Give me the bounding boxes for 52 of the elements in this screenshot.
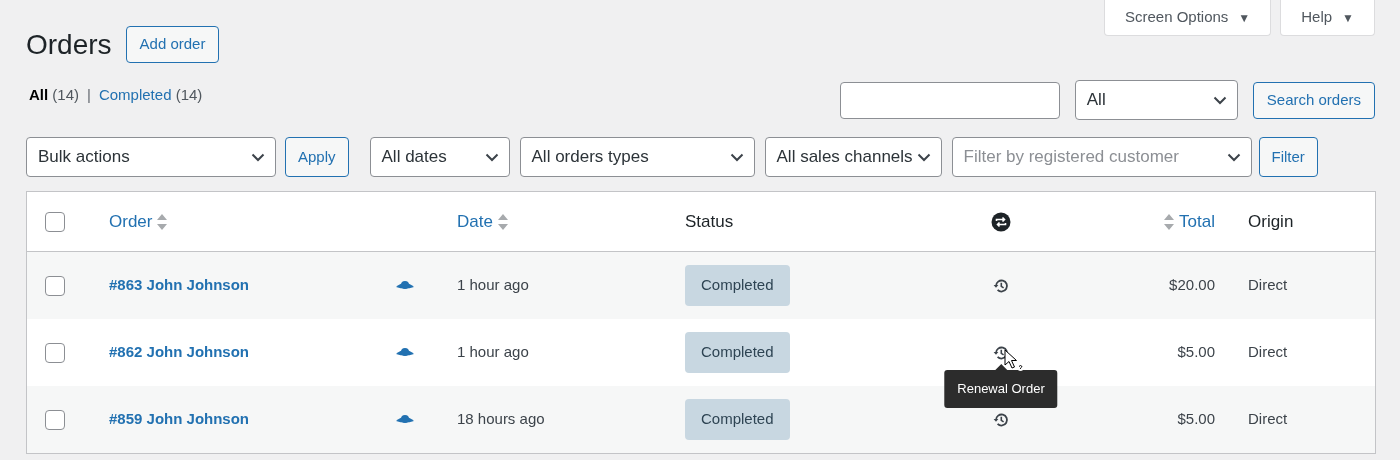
total-text: $5.00 (1177, 342, 1215, 363)
checkbox[interactable] (45, 211, 65, 232)
order-name-link[interactable]: #859 John Johnson (109, 408, 250, 431)
page-title: Orders (26, 27, 112, 62)
total-text: $20.00 (1169, 275, 1215, 296)
search-field[interactable] (839, 81, 1060, 119)
chevron-down-icon (1226, 152, 1241, 162)
column-sort-link[interactable]: Order (109, 208, 169, 235)
date-text: 18 hours ago (457, 409, 545, 430)
order-name-link[interactable]: #862 John Johnson (109, 341, 250, 364)
status-filter-link[interactable]: Completed (14) (98, 84, 203, 107)
column-sort-link[interactable]: Date (457, 208, 509, 235)
screen-tab[interactable]: Help ▼ (1280, 0, 1375, 36)
chevron-down-icon (916, 152, 931, 162)
filter-select[interactable]: All orders types (519, 137, 755, 177)
subscription-icon (991, 211, 1011, 232)
apply-button[interactable]: Apply (285, 137, 349, 177)
filter-select[interactable]: All dates (369, 137, 510, 177)
tooltip: Renewal Order (944, 369, 1058, 408)
screen-tab[interactable]: Screen Options ▼ (1103, 0, 1272, 36)
origin-text: Direct (1248, 409, 1288, 430)
date-text: 1 hour ago (457, 275, 529, 296)
filter-button[interactable]: Filter (1258, 137, 1318, 177)
checkbox[interactable] (45, 275, 65, 296)
search-orders-button[interactable]: Search orders (1252, 81, 1375, 119)
column-sort-link[interactable]: Total (1163, 208, 1215, 235)
bulk-actions-select[interactable]: Bulk actions (26, 137, 276, 177)
filter-select[interactable]: Filter by registered customer (951, 137, 1252, 177)
history-icon (993, 277, 1009, 294)
checkbox[interactable] (45, 409, 65, 430)
add-order-button[interactable]: Add order (125, 26, 220, 63)
origin-text: Direct (1248, 275, 1288, 296)
chevron-down-icon (251, 152, 265, 162)
search-type-select[interactable]: All (1074, 80, 1238, 120)
chevron-down-icon (729, 152, 744, 162)
chevron-down-icon (1212, 95, 1227, 105)
chevron-down-icon (484, 152, 499, 162)
status-filter-link[interactable]: All (14) (29, 84, 80, 107)
order-name-link[interactable]: #863 John Johnson (109, 274, 250, 297)
history-icon (993, 411, 1009, 428)
filter-select[interactable]: All sales channels (764, 137, 942, 177)
status-badge: Completed (685, 332, 790, 373)
separator: | (87, 85, 91, 105)
date-text: 1 hour ago (457, 342, 529, 363)
checkbox[interactable] (45, 342, 65, 363)
status-badge: Completed (685, 265, 790, 306)
status-badge: Completed (685, 399, 790, 440)
history-icon (993, 344, 1009, 361)
total-text: $5.00 (1177, 409, 1215, 430)
column-header: Origin (1248, 210, 1294, 233)
origin-text: Direct (1248, 342, 1288, 363)
column-header: Status (685, 210, 734, 233)
